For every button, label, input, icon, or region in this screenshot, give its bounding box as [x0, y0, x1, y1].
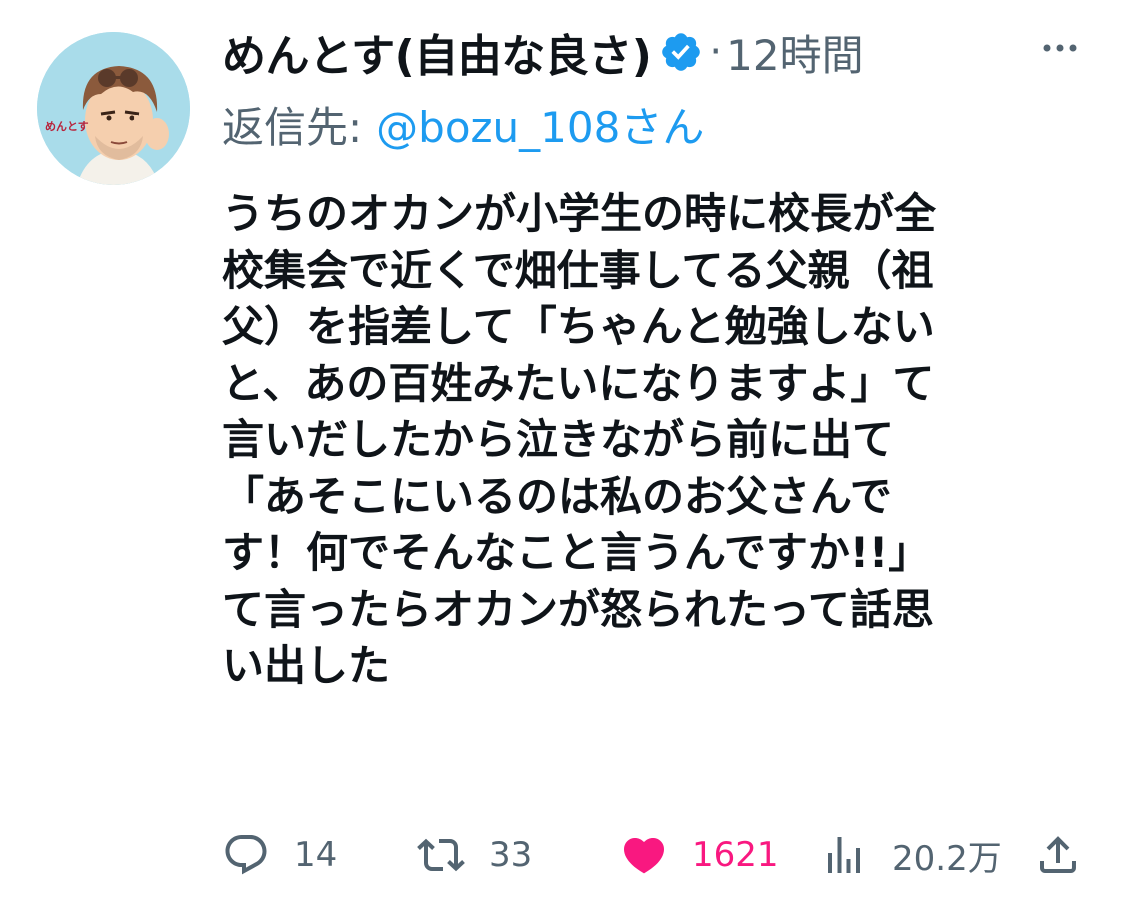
reply-button[interactable]: 14 [222, 826, 337, 884]
views-chart-icon [828, 837, 860, 873]
tweet-text-line: 「あそこにいるのは私のお父さんで [222, 471, 892, 521]
retweet-icon [417, 838, 465, 872]
avatar-label: めんとす [45, 120, 89, 133]
reply-context: 返信先: @bozu_108さん [222, 98, 704, 158]
retweet-count: 33 [489, 835, 533, 875]
tweet-text-line: と、あの百姓みたいになりますよ」て [222, 358, 935, 408]
views-button[interactable]: 20.2万 [820, 826, 1002, 884]
more-options-icon[interactable] [1035, 28, 1085, 68]
tweet-text-line: 父）を指差して「ちゃんと勉強しない [222, 302, 935, 351]
tweet-text-line: うちのオカンが小学生の時に校長が全 [222, 189, 937, 238]
tweet-text-line: す！何でそんなこと言うんですか!!」 [222, 528, 931, 577]
display-name[interactable]: めんとす(自由な良さ) [222, 20, 652, 84]
action-bar: 14 33 1621 20.2万 [222, 826, 1082, 884]
tweet-text-line: て言ったらオカンが怒られたって話思 [222, 584, 934, 634]
retweet-button[interactable]: 33 [417, 826, 532, 884]
share-icon [1040, 836, 1076, 873]
tweet-text: うちのオカンが小学生の時に校長が全 校集会で近くで畑仕事してる父親（祖 父）を指… [222, 186, 1092, 695]
like-button[interactable]: 1621 [620, 826, 779, 884]
avatar[interactable]: めんとす [37, 32, 190, 185]
verified-badge-icon[interactable] [659, 30, 703, 74]
tweet-text-line: い出した [222, 641, 391, 690]
timestamp[interactable]: 12時間 [726, 22, 863, 83]
reply-prefix: 返信先: [222, 103, 363, 152]
tweet-text-line: 言いだしたから泣きながら前に出て [222, 415, 895, 464]
reply-handle-link[interactable]: @bozu_108さん [376, 103, 704, 152]
avatar-illustration: めんとす [37, 32, 190, 185]
heart-filled-icon [623, 838, 665, 874]
views-count: 20.2万 [892, 838, 1002, 879]
like-count: 1621 [692, 835, 779, 875]
header-separator: · [709, 29, 723, 75]
tweet-text-line: 校集会で近くで畑仕事してる父親（祖 [222, 245, 934, 295]
tweet-header: めんとす(自由な良さ) · 12時間 [222, 22, 864, 82]
reply-count: 14 [294, 835, 338, 875]
reply-icon [225, 835, 267, 875]
share-button[interactable] [1034, 826, 1082, 884]
